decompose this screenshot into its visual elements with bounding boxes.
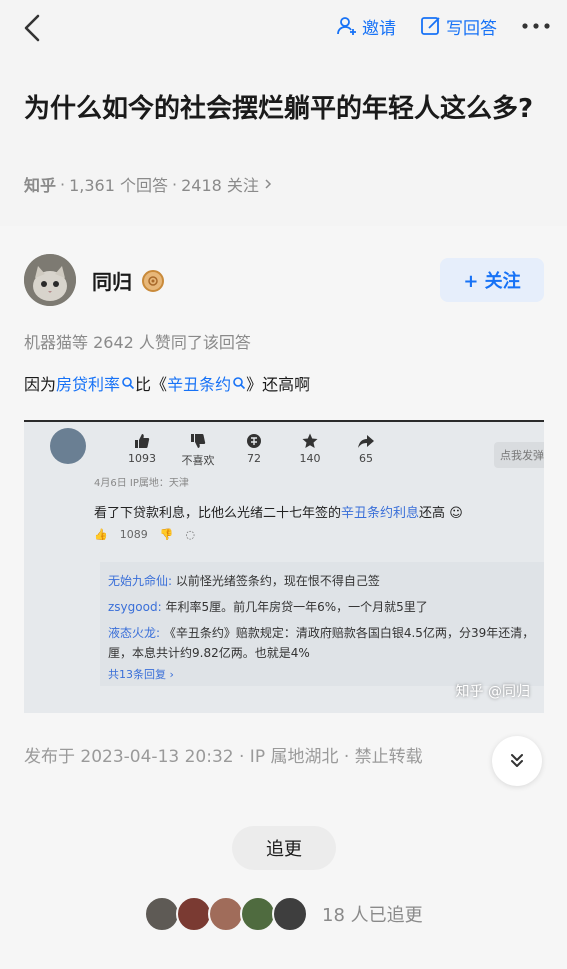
- search-icon: [122, 377, 135, 390]
- more-icon: [522, 23, 550, 29]
- more-replies: 共13条回复 ›: [108, 668, 174, 681]
- person-add-icon: [337, 17, 356, 35]
- follower-avatar: [176, 896, 212, 932]
- comment-action-bar: 1093 不喜欢 72 140 65: [114, 430, 394, 468]
- answer-content: 因为 房贷利率 比 《 辛丑条约 》 还高啊: [24, 371, 310, 395]
- invite-button[interactable]: 邀请: [336, 12, 396, 40]
- cat-avatar-icon: [24, 254, 76, 306]
- likes-summary[interactable]: 机器猫等 2642 人赞同了该回答: [24, 329, 251, 353]
- comment-text: 看了下贷款利息，比他么光绪二十七年签的辛丑条约利息还高 ☺: [94, 506, 463, 521]
- more-options-button[interactable]: [521, 12, 551, 40]
- emoji-icon: ☺: [449, 506, 463, 521]
- link-mortgage-rate[interactable]: 房贷利率: [56, 371, 135, 395]
- thumb-down-icon: 不喜欢: [170, 430, 226, 468]
- follower-avatar: [240, 896, 276, 932]
- reply-list: 无始九命仙: 以前怪光绪签条约，现在恨不得自己签 zsygood: 年利率5厘。…: [100, 562, 544, 686]
- thumb-up-icon: 👍: [94, 528, 108, 541]
- reply-item: 无始九命仙: 以前怪光绪签条约，现在恨不得自己签: [108, 574, 380, 588]
- answer-image[interactable]: 1093 不喜欢 72 140 65 点我发弹 4月6日 IP属地：天津 看了下…: [24, 420, 544, 713]
- author-name[interactable]: 同归: [92, 266, 132, 295]
- thumb-down-icon: 👎: [159, 528, 174, 541]
- comment-like-row: 👍 1089 👎 ◌: [94, 528, 196, 541]
- reply-item: zsygood: 年利率5厘。前几年房贷一年6%，一个月就5里了: [108, 600, 428, 614]
- write-answer-label: 写回答: [446, 18, 497, 39]
- reply-item: 厘，本息共计约9.82亿两。也就是4%: [108, 646, 310, 660]
- coin-icon: 72: [226, 430, 282, 468]
- follower-count: 2418 关注: [181, 176, 259, 195]
- answer-count: 1,361 个回答: [69, 176, 169, 195]
- publish-info: 发布于 2023-04-13 20:32 · IP 属地湖北 · 禁止转载: [24, 747, 423, 767]
- link-xinchou-treaty[interactable]: 辛丑条约: [167, 371, 246, 395]
- author-row[interactable]: 同归: [92, 266, 164, 295]
- comment-icon: ◌: [185, 528, 196, 541]
- chevron-right-icon: [265, 179, 271, 189]
- watermark: 知乎 @同归: [455, 684, 530, 700]
- follow-updates-button[interactable]: 追更: [232, 826, 336, 870]
- follower-avatar: [144, 896, 180, 932]
- author-avatar[interactable]: [24, 254, 76, 306]
- comment-date: 4月6日 IP属地：天津: [94, 478, 189, 489]
- edit-icon: [421, 17, 440, 35]
- followers-row[interactable]: 18 人已追更: [144, 896, 423, 932]
- follower-avatar: [272, 896, 308, 932]
- thumb-up-icon: 1093: [114, 430, 170, 468]
- follower-avatar: [208, 896, 244, 932]
- share-icon: 65: [338, 430, 394, 468]
- follow-button[interactable]: + 关注: [440, 258, 544, 302]
- top-bar: 邀请 写回答: [0, 0, 567, 60]
- search-icon: [233, 377, 246, 390]
- reply-item: 液态火龙: 《辛丑条约》赔款规定：清政府赔款各国白银4.5亿两，分39年还清，: [108, 626, 535, 640]
- chevron-left-icon: [24, 14, 40, 42]
- double-chevron-down-icon: [511, 754, 523, 767]
- brand-label: 知乎: [24, 176, 57, 195]
- medal-icon: [142, 269, 164, 292]
- danmaku-button: 点我发弹: [494, 442, 544, 468]
- question-title[interactable]: 为什么如今的社会摆烂躺平的年轻人这么多?: [24, 88, 534, 130]
- star-icon: 140: [282, 430, 338, 468]
- commenter-avatar: [50, 428, 86, 464]
- invite-label: 邀请: [362, 18, 396, 39]
- back-button[interactable]: [18, 10, 50, 46]
- question-meta[interactable]: 知乎 · 1,361 个回答 · 2418 关注: [24, 172, 273, 196]
- followers-count-text: 18 人已追更: [322, 905, 423, 926]
- collapse-button[interactable]: [492, 736, 542, 786]
- write-answer-button[interactable]: 写回答: [420, 12, 497, 40]
